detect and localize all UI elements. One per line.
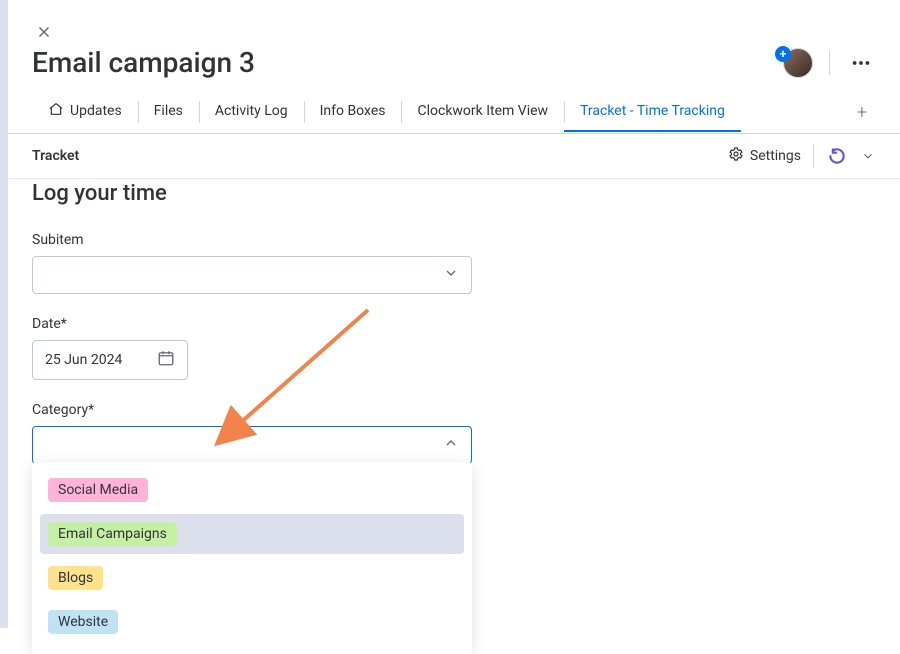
tab-tracket-time-tracking[interactable]: Tracket - Time Tracking (564, 93, 741, 131)
form-area: Log your time Subitem Date* 25 Jun 2024 (8, 179, 900, 488)
panel-header: Email campaign 3 + (8, 0, 900, 79)
subitem-label: Subitem (32, 232, 876, 248)
tracket-logo-icon[interactable] (826, 145, 848, 167)
tab-clockwork-item-view[interactable]: Clockwork Item View (401, 93, 564, 131)
category-option-website[interactable]: Website (40, 602, 464, 642)
divider (813, 144, 814, 168)
category-chip: Blogs (48, 566, 103, 590)
gear-icon (728, 146, 744, 166)
date-input[interactable]: 25 Jun 2024 (32, 340, 188, 380)
home-icon (48, 101, 64, 121)
title-row: Email campaign 3 + (32, 46, 876, 79)
date-value: 25 Jun 2024 (45, 352, 122, 368)
category-select[interactable] (32, 426, 472, 464)
calendar-icon (157, 349, 175, 371)
more-menu-button[interactable] (846, 48, 876, 78)
tab-label: Activity Log (215, 103, 288, 119)
app-name: Tracket (32, 148, 79, 164)
tab-label: Tracket - Time Tracking (580, 103, 725, 119)
category-chip: Website (48, 610, 118, 634)
category-chip: Email Campaigns (48, 522, 177, 546)
tab-label: Updates (70, 103, 122, 119)
page-title: Email campaign 3 (32, 46, 255, 79)
tab-info-boxes[interactable]: Info Boxes (304, 93, 402, 131)
subitem-field: Subitem (32, 232, 876, 294)
tab-updates[interactable]: Updates (32, 91, 138, 133)
add-assignee-icon[interactable]: + (775, 46, 791, 62)
category-dropdown: Social Media Email Campaigns Blogs Website (32, 462, 472, 654)
tab-list: Updates Files Activity Log Info Boxes Clockw… (32, 91, 741, 133)
category-field: Category* (32, 402, 876, 464)
tab-label: Files (154, 103, 183, 119)
tab-files[interactable]: Files (138, 93, 199, 131)
assignees[interactable]: + (783, 48, 813, 78)
subheader-actions: Settings (728, 144, 876, 168)
title-actions: + (783, 48, 876, 78)
app-subheader: Tracket Settings (8, 134, 900, 179)
subitem-select[interactable] (32, 256, 472, 294)
item-panel: Email campaign 3 + Updates Files Activity … (8, 0, 900, 628)
tab-label: Clockwork Item View (417, 103, 548, 119)
settings-button[interactable]: Settings (728, 146, 801, 166)
app-menu-chevron[interactable] (860, 148, 876, 164)
tabs-bar: Updates Files Activity Log Info Boxes Clockw… (8, 91, 900, 134)
section-title: Log your time (32, 179, 876, 210)
category-option-blogs[interactable]: Blogs (40, 558, 464, 598)
settings-label: Settings (750, 148, 801, 164)
category-chip: Social Media (48, 478, 148, 502)
chevron-down-icon (443, 265, 459, 285)
left-edge-gutter (0, 0, 8, 628)
tab-label: Info Boxes (320, 103, 386, 119)
close-icon[interactable] (32, 20, 56, 44)
date-field: Date* 25 Jun 2024 (32, 316, 876, 380)
category-label: Category* (32, 402, 876, 418)
category-option-email-campaigns[interactable]: Email Campaigns (40, 514, 464, 554)
divider (829, 51, 830, 75)
chevron-up-icon (443, 435, 459, 455)
tab-activity-log[interactable]: Activity Log (199, 93, 304, 131)
date-label: Date* (32, 316, 876, 332)
add-tab-button[interactable]: + (848, 98, 876, 126)
category-option-social-media[interactable]: Social Media (40, 470, 464, 510)
